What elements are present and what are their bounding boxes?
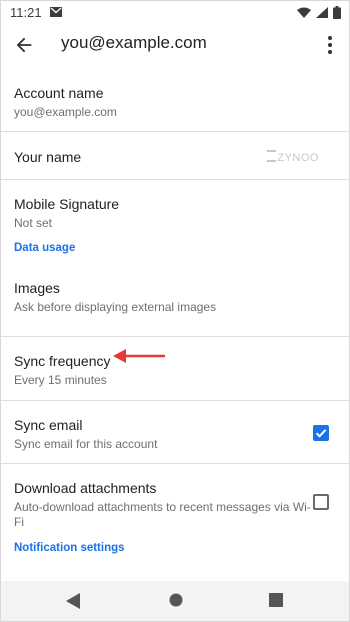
app-bar: you@example.com bbox=[1, 23, 349, 67]
back-arrow-icon[interactable] bbox=[13, 34, 35, 56]
more-vert-icon[interactable] bbox=[321, 35, 339, 55]
account-name-value: you@example.com bbox=[14, 105, 117, 119]
nav-back-icon[interactable] bbox=[66, 593, 80, 609]
sync-email-value: Sync email for this account bbox=[14, 437, 158, 451]
status-time: 11:21 bbox=[10, 4, 42, 20]
nav-recents-icon[interactable] bbox=[269, 593, 283, 607]
setting-sync-frequency[interactable]: Sync frequency Every 15 minutes bbox=[1, 337, 349, 401]
wifi-icon bbox=[297, 7, 311, 18]
download-attachments-checkbox[interactable] bbox=[313, 494, 329, 510]
images-value: Ask before displaying external images bbox=[14, 300, 217, 314]
data-usage-header: Data usage bbox=[14, 242, 76, 254]
setting-images[interactable]: Images Ask before displaying external im… bbox=[1, 272, 349, 337]
mail-icon bbox=[49, 7, 62, 17]
sync-frequency-label: Sync frequency bbox=[14, 353, 111, 369]
setting-account-name[interactable]: Account name you@example.com bbox=[1, 67, 349, 132]
setting-download-attachments[interactable]: Download attachments Auto-download attac… bbox=[1, 464, 349, 542]
nav-home-icon[interactable] bbox=[169, 593, 183, 607]
sync-email-label: Sync email bbox=[14, 417, 83, 433]
system-nav-bar bbox=[1, 581, 349, 621]
setting-your-name[interactable]: Your name ZYNOO bbox=[1, 132, 349, 180]
battery-icon bbox=[333, 5, 341, 19]
signal-icon bbox=[316, 6, 328, 18]
download-attachments-value: Auto-download attachments to recent mess… bbox=[14, 500, 311, 529]
setting-mobile-signature[interactable]: Mobile Signature Not set bbox=[1, 180, 349, 242]
notification-settings-header: Notification settings bbox=[14, 542, 125, 554]
annotation-arrow bbox=[113, 349, 165, 363]
download-attachments-label: Download attachments bbox=[14, 480, 157, 496]
mobile-signature-value: Not set bbox=[14, 216, 53, 230]
check-icon bbox=[315, 429, 327, 438]
sync-email-checkbox[interactable] bbox=[313, 425, 329, 441]
sync-frequency-value: Every 15 minutes bbox=[14, 373, 107, 387]
images-label: Images bbox=[14, 280, 60, 296]
phone-screen: 11:21 you@example.com Account name you@e… bbox=[0, 0, 350, 622]
mobile-signature-label: Mobile Signature bbox=[14, 196, 120, 212]
account-name-label: Account name bbox=[14, 85, 104, 101]
page-title: you@example.com bbox=[61, 33, 207, 52]
setting-sync-email[interactable]: Sync email Sync email for this account bbox=[1, 401, 349, 464]
watermark-logo: ZYNOO bbox=[267, 150, 319, 164]
status-bar: 11:21 bbox=[1, 1, 349, 23]
